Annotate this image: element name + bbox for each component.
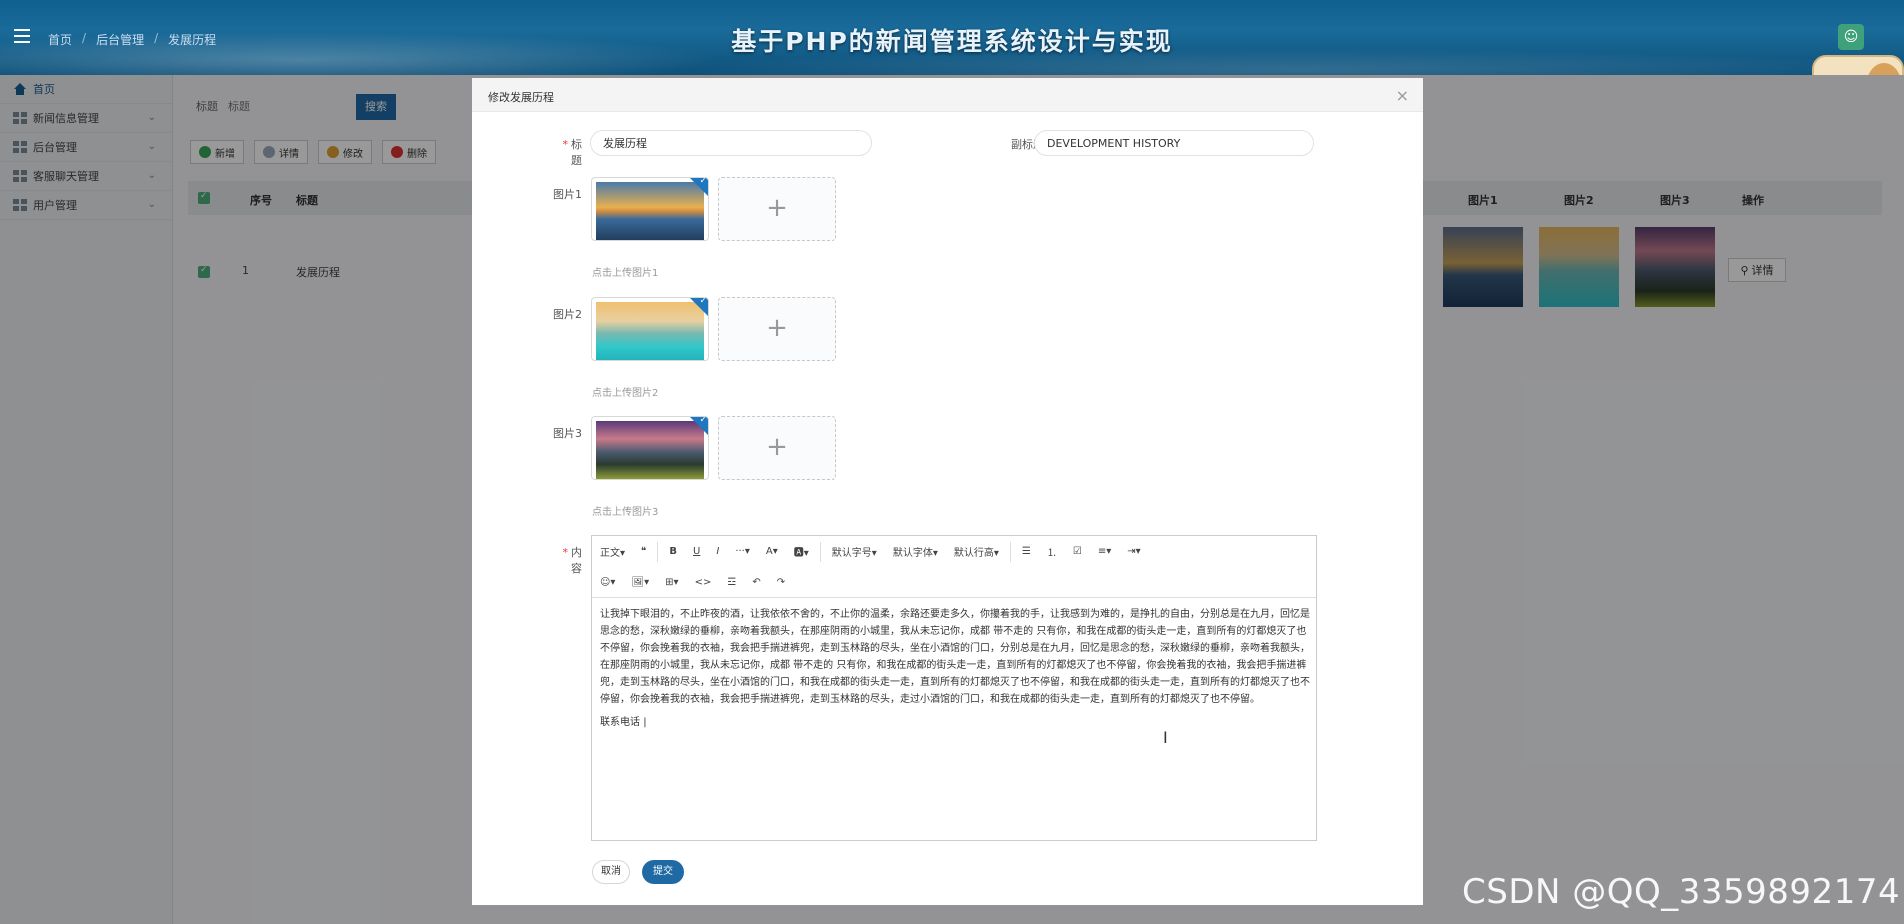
indent-icon[interactable]: ⇥▾: [1119, 546, 1148, 557]
pic1-label: 图片1: [553, 188, 582, 201]
system-title: 基于PHP的新闻管理系统设计与实现: [731, 27, 1173, 56]
editor-toolbar-row1: 正文▾ ❝ B U I ···▾ A▾ 🅰▾ 默认字号▾ 默认字体▾ 默认行高▾…: [592, 536, 1316, 567]
watermark: CSDN @QQ_3359892174: [1462, 872, 1901, 912]
pic3-image: [596, 421, 704, 479]
ibeam-cursor-icon: I: [1163, 728, 1168, 747]
top-header: 首页 / 后台管理 / 发展历程 基于PHP的新闻管理系统设计与实现 ☺: [0, 0, 1904, 75]
content-label: * 内容: [562, 546, 583, 575]
numbered-list-icon[interactable]: ⒈: [1039, 544, 1065, 559]
user-icon[interactable]: ☺: [1838, 24, 1864, 50]
pic2-hint[interactable]: 点击上传图片2: [592, 384, 658, 399]
cancel-button[interactable]: 取消: [592, 860, 630, 884]
redo-icon[interactable]: ↷: [769, 577, 793, 588]
check-icon: ✓: [699, 416, 707, 425]
font-color-icon[interactable]: A▾: [758, 546, 786, 557]
check-icon: ✓: [699, 177, 707, 186]
pic1-hint[interactable]: 点击上传图片1: [592, 264, 658, 279]
pic3-upload-button[interactable]: +: [718, 416, 836, 480]
pic2-preview[interactable]: ✓: [591, 297, 709, 361]
bold-icon[interactable]: B: [661, 546, 685, 557]
more-icon[interactable]: ···▾: [727, 546, 758, 557]
close-icon[interactable]: ×: [1396, 86, 1409, 105]
background-color-icon[interactable]: 🅰▾: [786, 544, 817, 559]
pic2-label: 图片2: [553, 308, 582, 321]
pic2-upload-button[interactable]: +: [718, 297, 836, 361]
pic3-preview[interactable]: ✓: [591, 416, 709, 480]
editor-toolbar-row2: ☺▾ 🖼▾ ⊞▾ <> ☲ ↶ ↷: [592, 567, 1316, 598]
todo-icon[interactable]: ☑: [1065, 546, 1090, 557]
dialog-title: 修改发展历程: [488, 91, 554, 104]
divider-icon[interactable]: ☲: [719, 577, 744, 588]
align-icon[interactable]: ≡▾: [1090, 546, 1119, 557]
font-family-dropdown[interactable]: 默认字体▾: [885, 544, 946, 559]
content-paragraph-phone: 联系电话 |: [600, 717, 647, 728]
font-size-dropdown[interactable]: 默认字号▾: [824, 544, 885, 559]
pic3-label: 图片3: [553, 427, 582, 440]
dialog-header: 修改发展历程 ×: [472, 78, 1423, 112]
code-icon[interactable]: <>: [687, 577, 720, 588]
quote-icon[interactable]: ❝: [633, 546, 654, 557]
line-height-dropdown[interactable]: 默认行高▾: [946, 544, 1007, 559]
toolbar-divider: [657, 541, 659, 562]
image-icon[interactable]: 🖼▾: [623, 577, 657, 588]
edit-dialog: 修改发展历程 × *标题 副标题 图片1 ✓ + 点击上传图片1 图片2 ✓ +…: [472, 78, 1423, 905]
toolbar-divider: [819, 541, 821, 562]
rich-text-editor[interactable]: 正文▾ ❝ B U I ···▾ A▾ 🅰▾ 默认字号▾ 默认字体▾ 默认行高▾…: [591, 535, 1317, 841]
table-icon[interactable]: ⊞▾: [657, 577, 686, 588]
pic1-image: [596, 182, 704, 240]
check-icon: ✓: [699, 297, 707, 306]
subtitle-input[interactable]: [1034, 130, 1314, 156]
italic-icon[interactable]: I: [708, 546, 727, 557]
title-label: * 标题: [562, 138, 583, 167]
content-paragraph: 让我掉下眼泪的，不止昨夜的酒，让我依依不舍的，不止你的温柔，余路还要走多久，你攥…: [600, 609, 1310, 705]
editor-content[interactable]: 让我掉下眼泪的，不止昨夜的酒，让我依依不舍的，不止你的温柔，余路还要走多久，你攥…: [600, 606, 1310, 737]
bullet-list-icon[interactable]: ☰: [1014, 546, 1039, 557]
toolbar-divider: [1009, 541, 1011, 562]
text-cursor: |: [643, 717, 647, 728]
emoji-icon[interactable]: ☺▾: [592, 577, 623, 588]
title-input[interactable]: [590, 130, 872, 156]
undo-icon[interactable]: ↶: [744, 577, 768, 588]
submit-button[interactable]: 提交: [642, 860, 684, 884]
pic1-upload-button[interactable]: +: [718, 177, 836, 241]
pic2-image: [596, 302, 704, 360]
paragraph-style-dropdown[interactable]: 正文▾: [592, 544, 633, 559]
pic3-hint[interactable]: 点击上传图片3: [592, 503, 658, 518]
pic1-preview[interactable]: ✓: [591, 177, 709, 241]
underline-icon[interactable]: U: [685, 546, 708, 557]
